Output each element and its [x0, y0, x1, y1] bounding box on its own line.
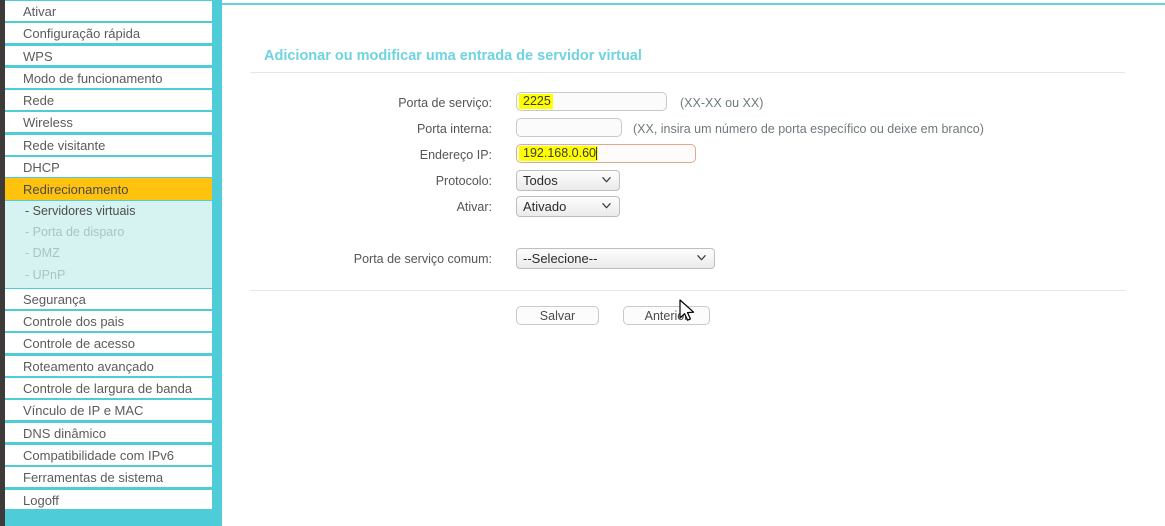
divider-top	[250, 72, 1125, 73]
ip-address-label: Endereço IP:	[419, 148, 492, 162]
service-port-field-wrap: 2225	[516, 92, 667, 111]
text-caret	[596, 147, 597, 160]
router-admin-page: Ativar Configuração rápida WPS Modo de func…	[0, 0, 1165, 526]
sidebar-item-redirecionamento[interactable]: Redirecionamento	[5, 178, 212, 201]
internal-port-label: Porta interna:	[416, 122, 492, 136]
sidebar-subitem-upnp[interactable]: - UPnP	[5, 265, 212, 286]
common-service-port-field-wrap: --Selecione--	[516, 248, 715, 269]
status-select-wrap: AtivadoDesativado	[516, 196, 620, 217]
status-label: Ativar:	[456, 200, 492, 214]
service-port-input[interactable]	[516, 92, 667, 111]
sidebar-item-compatibilidade-com-ipv6[interactable]: Compatibilidade com IPv6	[5, 443, 212, 466]
sidebar-item-vinculo-de-ip-e-mac[interactable]: Vínculo de IP e MAC	[5, 399, 212, 422]
sidebar-item-controle-dos-pais[interactable]: Controle dos pais	[5, 310, 212, 332]
sidebar-item-controle-de-acesso[interactable]: Controle de acesso	[5, 332, 212, 355]
save-button[interactable]: Salvar	[516, 306, 599, 325]
sidebar-item-ativar[interactable]: Ativar	[5, 0, 212, 22]
main-content: Adicionar ou modificar uma entrada de se…	[222, 0, 1165, 526]
form-row-internal-port: Porta interna: (XX, insira um número de …	[222, 118, 1165, 142]
sidebar-subitem-dmz[interactable]: - DMZ	[5, 243, 212, 264]
common-service-port-label: Porta de serviço comum:	[353, 252, 492, 266]
sidebar-subitem-porta-de-disparo[interactable]: - Porta de disparo	[5, 222, 212, 243]
sidebar-item-seguranca[interactable]: Segurança	[5, 287, 212, 310]
sidebar-item-logoff[interactable]: Logoff	[5, 488, 212, 511]
form-row-common-service-port: Porta de serviço comum: --Selecione--	[222, 248, 1165, 272]
sidebar-item-wps[interactable]: WPS	[5, 44, 212, 67]
page-title: Adicionar ou modificar uma entrada de se…	[264, 47, 642, 64]
sidebar-menu-list: Ativar Configuração rápida WPS Modo de func…	[5, 0, 212, 511]
divider-bottom	[250, 290, 1125, 291]
main-top-accent-rule	[222, 3, 1165, 5]
common-service-port-select-wrap: --Selecione--	[516, 248, 715, 269]
sidebar-navigation: Ativar Configuração rápida WPS Modo de func…	[5, 0, 222, 526]
form-row-ip-address: Endereço IP: 192.168.0.60	[222, 144, 1165, 168]
protocol-select-wrap: TodosTCPUDP	[516, 170, 620, 191]
status-field-wrap: AtivadoDesativado	[516, 196, 620, 217]
sidebar-submenu: - Servidores virtuais - Porta de disparo -…	[5, 200, 212, 288]
form-row-status: Ativar: AtivadoDesativado	[222, 196, 1165, 220]
sidebar-item-modo-de-funcionamento[interactable]: Modo de funcionamento	[5, 66, 212, 89]
sidebar-item-wireless[interactable]: Wireless	[5, 111, 212, 134]
ip-address-input[interactable]	[516, 144, 696, 163]
sidebar-item-rede-visitante[interactable]: Rede visitante	[5, 133, 212, 156]
back-button[interactable]: Anterior	[623, 306, 710, 325]
ip-address-field-wrap: 192.168.0.60	[516, 144, 696, 163]
sidebar-item-dhcp[interactable]: DHCP	[5, 156, 212, 178]
protocol-field-wrap: TodosTCPUDP	[516, 170, 620, 191]
protocol-label: Protocolo:	[435, 174, 492, 188]
sidebar-subitem-servidores-virtuais[interactable]: - Servidores virtuais	[5, 201, 212, 222]
internal-port-hint: (XX, insira um número de porta específic…	[633, 122, 984, 136]
common-service-port-select[interactable]: --Selecione--	[516, 248, 715, 269]
protocol-select[interactable]: TodosTCPUDP	[516, 170, 620, 191]
internal-port-field-wrap	[516, 118, 622, 137]
sidebar-item-roteamento-avancado[interactable]: Roteamento avançado	[5, 354, 212, 377]
service-port-label: Porta de serviço:	[398, 96, 492, 110]
sidebar-item-controle-de-largura-de-banda[interactable]: Controle de largura de banda	[5, 377, 212, 399]
form-row-protocol: Protocolo: TodosTCPUDP	[222, 170, 1165, 194]
sidebar-item-rede[interactable]: Rede	[5, 89, 212, 111]
sidebar-item-ferramentas-de-sistema[interactable]: Ferramentas de sistema	[5, 466, 212, 489]
status-select[interactable]: AtivadoDesativado	[516, 196, 620, 217]
internal-port-input[interactable]	[516, 118, 622, 137]
sidebar-item-dns-dinamico[interactable]: DNS dinâmico	[5, 421, 212, 444]
form-row-service-port: Porta de serviço: 2225 (XX-XX ou XX)	[222, 92, 1165, 116]
sidebar-item-configuracao-rapida[interactable]: Configuração rápida	[5, 22, 212, 45]
service-port-hint: (XX-XX ou XX)	[680, 96, 764, 110]
